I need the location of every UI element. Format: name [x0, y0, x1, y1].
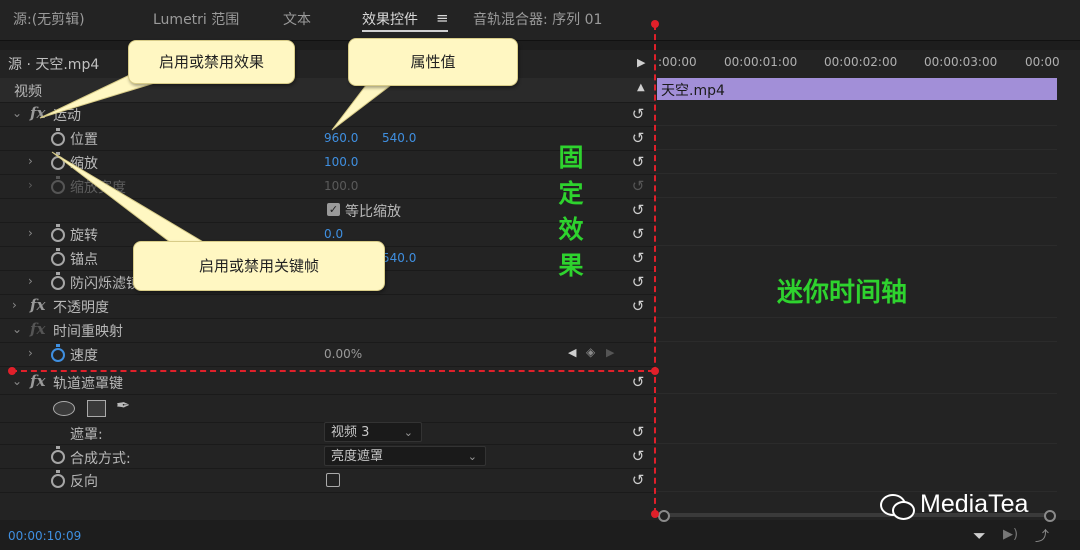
guide-dot — [8, 367, 16, 375]
pointer-keyframe-toggle — [51, 151, 211, 247]
watermark: MediaTea — [880, 490, 1029, 520]
panel-divider-guide — [654, 24, 656, 514]
annotation-char: 固 — [558, 143, 584, 172]
callout-property-value: 属性值 — [348, 38, 518, 86]
annotation-char: 果 — [558, 251, 584, 280]
annotation-fixed-effects: 固 定 效 果 — [556, 140, 586, 284]
annotation-mini-timeline: 迷你时间轴 — [777, 278, 908, 308]
wechat-logo-icon — [880, 492, 915, 520]
guide-dot — [651, 510, 659, 518]
callout-toggle-keyframe: 启用或禁用关键帧 — [133, 241, 385, 291]
pointer-property-value — [331, 79, 397, 131]
annotation-char: 效 — [558, 215, 584, 244]
callout-toggle-effect: 启用或禁用效果 — [128, 40, 295, 84]
section-divider-guide — [11, 370, 654, 372]
guide-dot — [651, 367, 659, 375]
annotation-char: 定 — [558, 179, 584, 208]
watermark-text: MediaTea — [920, 490, 1029, 518]
guide-dot — [651, 20, 659, 28]
